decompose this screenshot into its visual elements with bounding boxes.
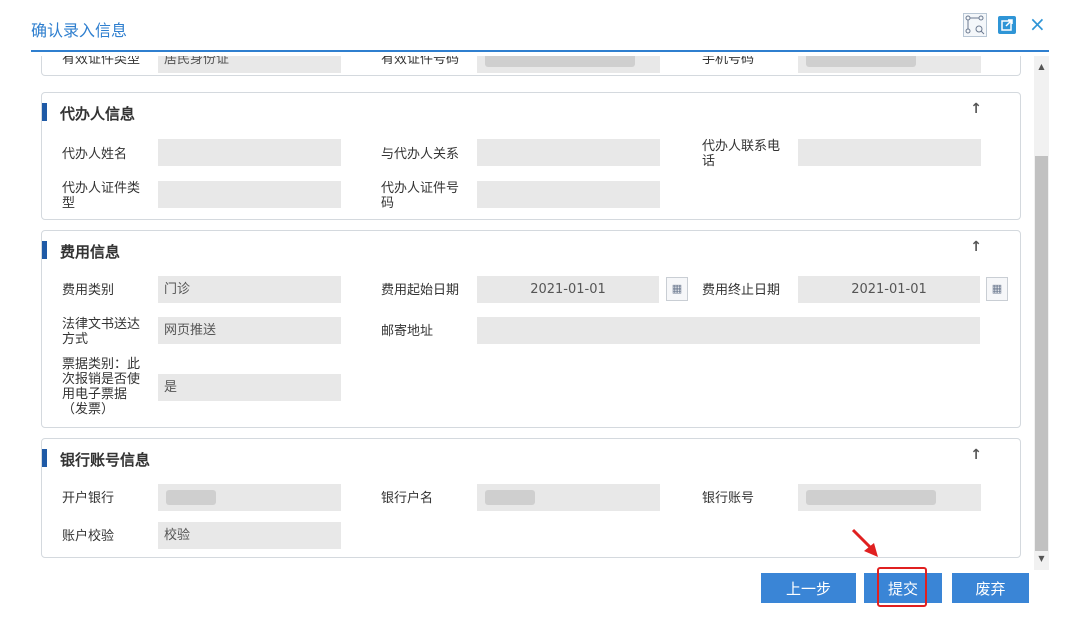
account-number-label: 银行账号 xyxy=(702,491,755,506)
collapse-arrow-icon[interactable]: ↑ xyxy=(970,101,982,117)
account-number-field[interactable] xyxy=(798,484,981,511)
account-verify-field[interactable]: 校验 xyxy=(158,522,341,549)
agent-name-label: 代办人姓名 xyxy=(62,147,128,162)
expense-category-label: 费用类别 xyxy=(62,283,115,298)
agent-relation-field[interactable] xyxy=(477,139,660,166)
expense-panel: 费用信息 ↑ 费用类别 门诊 费用起始日期 2021-01-01 ▦ 费用终止日… xyxy=(41,230,1021,428)
invoice-type-label: 票据类别：此次报销是否使用电子票据（发票） xyxy=(62,357,141,417)
agent-panel-header: 代办人信息 ↑ xyxy=(42,93,1020,129)
dialog-title: 确认录入信息 xyxy=(31,21,128,40)
id-number-label: 有效证件号码 xyxy=(381,56,460,67)
agent-section-title: 代办人信息 xyxy=(60,105,136,123)
expense-panel-header: 费用信息 ↑ xyxy=(42,231,1020,267)
calendar-icon[interactable]: ▦ xyxy=(986,277,1008,301)
agent-id-type-label: 代办人证件类型 xyxy=(62,181,141,211)
expense-end-field[interactable]: 2021-01-01 xyxy=(798,276,980,303)
account-verify-label: 账户校验 xyxy=(62,529,115,544)
delivery-method-label: 法律文书送达方式 xyxy=(62,317,141,347)
calendar-icon[interactable]: ▦ xyxy=(666,277,688,301)
mailing-address-label: 邮寄地址 xyxy=(381,324,434,339)
phone-field[interactable] xyxy=(798,56,981,73)
account-holder-field[interactable] xyxy=(477,484,660,511)
dialog-titlebar: 确认录入信息 × xyxy=(0,0,1080,52)
submit-highlight-box xyxy=(877,567,927,607)
network-icon[interactable] xyxy=(963,13,987,37)
agent-relation-label: 与代办人关系 xyxy=(381,147,460,162)
bank-section-title: 银行账号信息 xyxy=(60,451,151,469)
section-marker xyxy=(42,449,47,467)
popout-icon[interactable] xyxy=(998,16,1016,34)
agent-id-number-field[interactable] xyxy=(477,181,660,208)
scrollbar-thumb[interactable] xyxy=(1035,156,1048,551)
discard-button[interactable]: 废弃 xyxy=(952,573,1029,603)
expense-category-field[interactable]: 门诊 xyxy=(158,276,341,303)
bank-name-field[interactable] xyxy=(158,484,341,511)
agent-panel: 代办人信息 ↑ 代办人姓名 与代办人关系 代办人联系电话 代办人证件类型 代办人… xyxy=(41,92,1021,220)
expense-start-field[interactable]: 2021-01-01 xyxy=(477,276,659,303)
scroll-down-icon[interactable]: ▼ xyxy=(1034,552,1049,566)
title-divider xyxy=(31,50,1049,52)
agent-id-type-field[interactable] xyxy=(158,181,341,208)
red-pointer-arrow-icon xyxy=(851,528,878,557)
bank-panel-header: 银行账号信息 ↑ xyxy=(42,439,1020,475)
section-marker xyxy=(42,241,47,259)
collapse-arrow-icon[interactable]: ↑ xyxy=(970,447,982,463)
account-holder-label: 银行户名 xyxy=(381,491,434,506)
agent-name-field[interactable] xyxy=(158,139,341,166)
id-type-field[interactable]: 居民身份证 xyxy=(158,56,341,73)
expense-section-title: 费用信息 xyxy=(60,243,121,261)
previous-step-button[interactable]: 上一步 xyxy=(761,573,856,603)
bank-name-label: 开户银行 xyxy=(62,491,115,506)
collapse-arrow-icon[interactable]: ↑ xyxy=(970,239,982,255)
scroll-up-icon[interactable]: ▲ xyxy=(1034,60,1049,74)
mailing-address-field[interactable] xyxy=(477,317,980,344)
vertical-scrollbar[interactable]: ▲ ▼ xyxy=(1034,56,1049,570)
agent-phone-label: 代办人联系电话 xyxy=(702,139,781,169)
invoice-type-field[interactable]: 是 xyxy=(158,374,341,401)
expense-end-label: 费用终止日期 xyxy=(702,283,781,298)
id-type-label: 有效证件类型 xyxy=(62,56,141,67)
section-marker xyxy=(42,103,47,121)
delivery-method-field[interactable]: 网页推送 xyxy=(158,317,341,344)
confirm-dialog: 确认录入信息 × 有效证件类型 居民身份证 有效证件号码 手机号码 代办人信息 … xyxy=(0,0,1080,621)
id-number-field[interactable] xyxy=(477,56,660,73)
applicant-panel: 有效证件类型 居民身份证 有效证件号码 手机号码 xyxy=(41,56,1021,76)
close-icon[interactable]: × xyxy=(1029,14,1046,34)
expense-start-label: 费用起始日期 xyxy=(381,283,460,298)
form-scroll-area: 有效证件类型 居民身份证 有效证件号码 手机号码 代办人信息 ↑ 代办人姓名 与… xyxy=(31,56,1034,570)
phone-label: 手机号码 xyxy=(702,56,755,67)
agent-id-number-label: 代办人证件号码 xyxy=(381,181,460,211)
agent-phone-field[interactable] xyxy=(798,139,981,166)
